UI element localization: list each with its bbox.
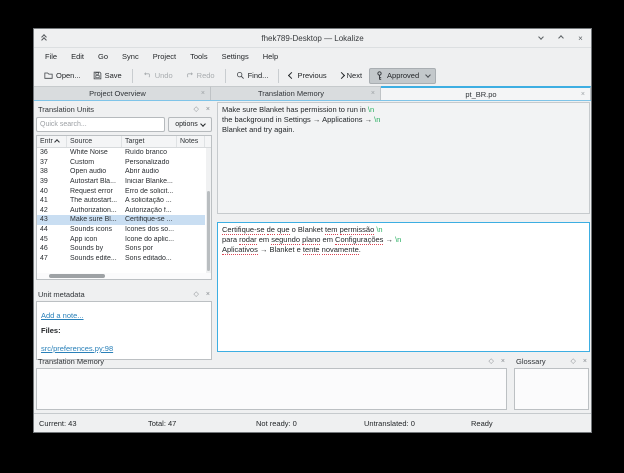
options-button[interactable]: options: [168, 117, 212, 132]
panel-splitter[interactable]: [34, 280, 214, 287]
units-table: Entr Source Target Notes 36White NoiseRu…: [36, 135, 212, 280]
panel-title: Unit metadata: [38, 290, 85, 299]
status-current: Current: 43: [39, 419, 148, 428]
table-row[interactable]: 38Open audioAbrir áudio: [37, 167, 205, 177]
save-button[interactable]: Save: [88, 68, 127, 83]
tab-pt-br-po[interactable]: pt_BR.po ×: [381, 86, 591, 100]
menu-project[interactable]: Project: [146, 50, 183, 63]
table-header: Entr Source Target Notes: [37, 136, 211, 148]
status-not-ready: Not ready: 0: [256, 419, 364, 428]
tabbar: Project Overview × Translation Memory × …: [34, 86, 591, 101]
close-icon[interactable]: ×: [576, 34, 585, 43]
menu-help[interactable]: Help: [256, 50, 285, 63]
search-icon: [236, 71, 245, 80]
menu-settings[interactable]: Settings: [215, 50, 256, 63]
table-row[interactable]: 39Autostart Bla...Iniciar Blanke...: [37, 177, 205, 187]
status-total: Total: 47: [148, 419, 256, 428]
toolbar-separator: [225, 69, 226, 83]
tab-project-overview[interactable]: Project Overview ×: [34, 86, 211, 100]
status-ready: Ready: [471, 419, 493, 428]
tab-close-icon[interactable]: ×: [201, 90, 210, 97]
menu-sync[interactable]: Sync: [115, 50, 146, 63]
menubar: File Edit Go Sync Project Tools Settings…: [34, 48, 591, 65]
target-text-editor[interactable]: Certifique-se de que o Blanket tem permi…: [217, 222, 590, 352]
float-panel-icon[interactable]: ◇: [194, 291, 199, 298]
statusbar: Current: 43 Total: 47 Not ready: 0 Untra…: [34, 413, 591, 432]
float-panel-icon[interactable]: ◇: [571, 358, 576, 365]
column-entry[interactable]: Entr: [37, 136, 67, 147]
table-row[interactable]: 40Request errorErro de solicit...: [37, 186, 205, 196]
table-row[interactable]: 36White NoiseRuído branco: [37, 148, 205, 158]
panel-title: Translation Memory: [38, 357, 104, 366]
maximize-icon[interactable]: [556, 34, 565, 43]
close-panel-icon[interactable]: ×: [583, 358, 587, 365]
unit-metadata-panel: Unit metadata ◇ × Add a note... Files: s…: [34, 287, 214, 362]
float-panel-icon[interactable]: ◇: [194, 106, 199, 113]
table-row[interactable]: 47Sounds edite...Sons editado...: [37, 254, 205, 264]
open-button[interactable]: Open...: [39, 68, 86, 83]
lokalize-window: fhek789-Desktop — Lokalize × File Edit G…: [33, 28, 592, 433]
next-button[interactable]: Next: [334, 68, 367, 83]
chevron-down-icon: [200, 121, 206, 127]
sort-asc-icon: [54, 139, 60, 145]
menu-file[interactable]: File: [38, 50, 64, 63]
glossary-content: [514, 368, 589, 410]
table-row[interactable]: 45App iconÍcone do aplic...: [37, 234, 205, 244]
table-row[interactable]: 41The autostart...A solicitação ...: [37, 196, 205, 206]
window-title: fhek789-Desktop — Lokalize: [34, 34, 591, 43]
previous-button[interactable]: Previous: [284, 68, 331, 83]
files-label: Files:: [41, 326, 207, 335]
close-panel-icon[interactable]: ×: [206, 291, 210, 298]
float-panel-icon[interactable]: ◇: [489, 358, 494, 365]
horizontal-scrollbar[interactable]: [37, 273, 211, 279]
column-notes[interactable]: Notes: [177, 136, 205, 147]
undo-button[interactable]: Undo: [138, 68, 178, 83]
close-panel-icon[interactable]: ×: [206, 106, 210, 113]
undo-icon: [143, 71, 152, 80]
redo-button[interactable]: Redo: [180, 68, 220, 83]
minimize-icon[interactable]: [536, 34, 545, 43]
toolbar-separator: [132, 69, 133, 83]
status-untranslated: Untranslated: 0: [364, 419, 471, 428]
tab-close-icon[interactable]: ×: [581, 91, 590, 98]
find-button[interactable]: Find...: [231, 68, 274, 83]
folder-icon: [44, 71, 53, 80]
close-panel-icon[interactable]: ×: [501, 358, 505, 365]
menu-go[interactable]: Go: [91, 50, 115, 63]
redo-icon: [185, 71, 194, 80]
column-source[interactable]: Source: [67, 136, 122, 147]
quick-search-input[interactable]: Quick search...: [36, 117, 165, 132]
menu-tools[interactable]: Tools: [183, 50, 215, 63]
add-note-link[interactable]: Add a note...: [41, 311, 84, 320]
panel-title: Translation Units: [38, 105, 94, 114]
table-row-selected[interactable]: 43Make sure Bl...Certifique-se ...: [37, 215, 205, 225]
table-row[interactable]: 46Sounds bySons por: [37, 244, 205, 254]
save-icon: [93, 71, 102, 80]
key-icon: [375, 71, 384, 81]
table-row[interactable]: 42Authorization...Autorização f...: [37, 206, 205, 216]
source-text-view[interactable]: Make sure Blanket has permission to run …: [217, 102, 590, 214]
translation-memory-content: [36, 368, 507, 410]
chevron-right-icon: [338, 72, 345, 79]
translation-memory-panel: Translation Memory ◇ ×: [34, 354, 509, 413]
toolbar: Open... Save Undo Redo Find... Previous …: [34, 65, 591, 86]
toolbar-separator: [278, 69, 279, 83]
column-target[interactable]: Target: [122, 136, 177, 147]
chevron-down-icon: [425, 72, 431, 78]
approved-button[interactable]: Approved: [369, 68, 436, 84]
panel-title: Glossary: [516, 357, 546, 366]
glossary-panel: Glossary ◇ ×: [512, 354, 591, 413]
vertical-scrollbar[interactable]: [206, 148, 211, 273]
table-row[interactable]: 44Sounds iconsÍcones dos so...: [37, 225, 205, 235]
tab-translation-memory[interactable]: Translation Memory ×: [211, 86, 381, 100]
table-row[interactable]: 37CustomPersonalizado: [37, 158, 205, 168]
chevron-left-icon: [288, 72, 295, 79]
translation-units-panel: Translation Units ◇ × Quick search... op…: [34, 102, 214, 280]
tab-close-icon[interactable]: ×: [371, 90, 380, 97]
menu-edit[interactable]: Edit: [64, 50, 91, 63]
titlebar: fhek789-Desktop — Lokalize ×: [34, 29, 591, 48]
editor-area: Make sure Blanket has permission to run …: [217, 102, 591, 352]
